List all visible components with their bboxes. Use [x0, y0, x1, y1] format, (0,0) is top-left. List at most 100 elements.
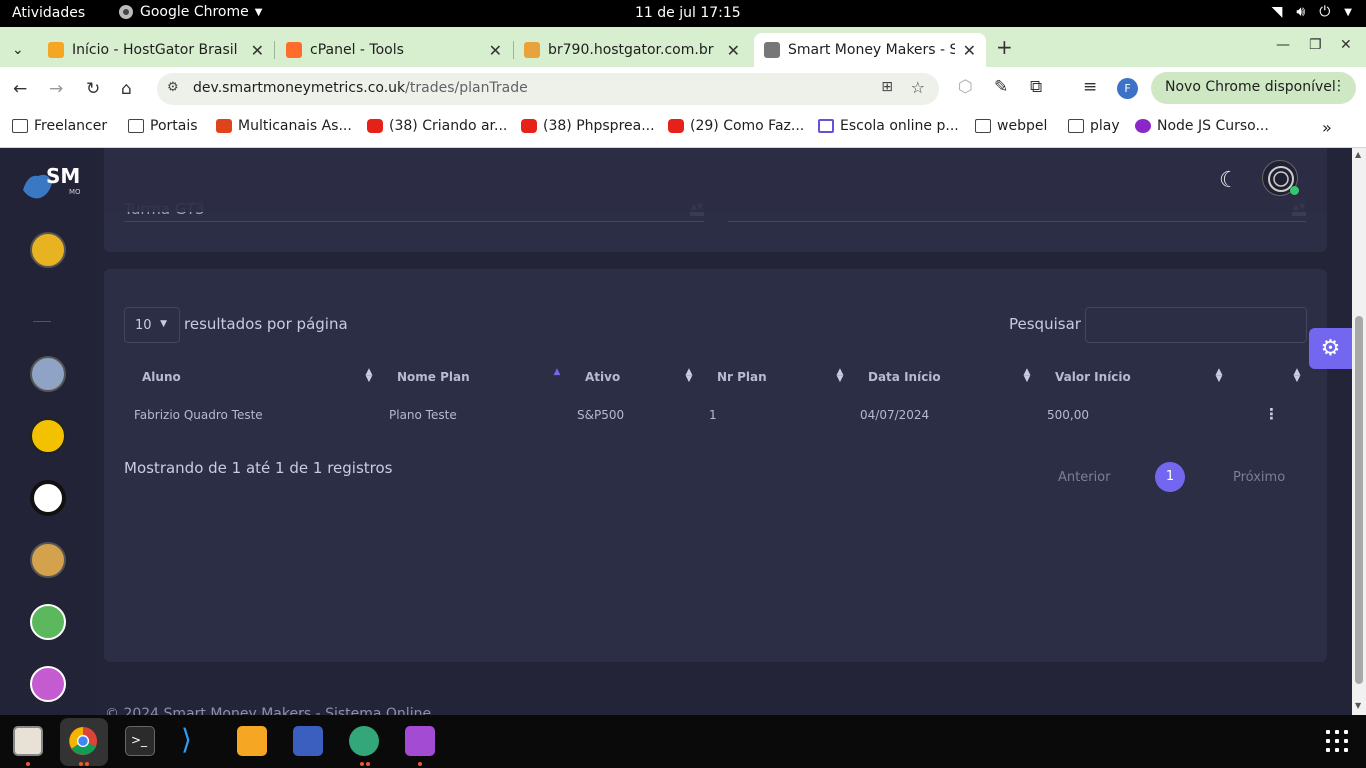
new-tab-button[interactable]: +: [996, 35, 1013, 59]
theme-settings-gear-icon[interactable]: ⚙: [1309, 328, 1352, 369]
cpanel-icon: [286, 42, 302, 58]
column-header-aluno[interactable]: Aluno: [142, 370, 181, 384]
column-header-valor-inicio[interactable]: Valor Início: [1055, 370, 1131, 384]
extensions-puzzle-icon[interactable]: ⧉: [1030, 77, 1042, 97]
sidebar-item-vr[interactable]: [30, 356, 66, 392]
scrollbar-thumb[interactable]: [1355, 316, 1363, 684]
site-info-icon[interactable]: ⚙: [167, 80, 179, 95]
column-header-data-inicio[interactable]: Data Início: [868, 370, 941, 384]
bookmark-star-icon[interactable]: ☆: [911, 78, 925, 97]
vscode-icon[interactable]: ⟩: [181, 726, 211, 756]
update-label: Novo Chrome disponível: [1165, 79, 1336, 95]
minimize-icon[interactable]: —: [1276, 37, 1290, 53]
files-app-icon[interactable]: [13, 726, 43, 756]
home-icon[interactable]: ⌂: [121, 79, 132, 99]
bookmark-item[interactable]: Freelancer: [12, 118, 107, 134]
moon-icon[interactable]: ☾: [1219, 168, 1239, 193]
close-icon[interactable]: ✕: [251, 41, 264, 60]
reload-icon[interactable]: ↻: [86, 79, 100, 99]
bookmark-item[interactable]: Portais: [128, 118, 198, 134]
back-icon[interactable]: ←: [13, 79, 27, 99]
sidebar-item-mentor[interactable]: [30, 542, 66, 578]
chrome-icon[interactable]: [68, 726, 98, 756]
sort-icon[interactable]: ▲ ▼: [364, 368, 374, 384]
sidebar-item-tradingview[interactable]: [30, 480, 66, 516]
more-bookmarks-icon[interactable]: »: [1322, 118, 1332, 137]
extension-icon[interactable]: ⬡: [958, 77, 973, 97]
sort-icon[interactable]: ▲ ▼: [1022, 368, 1032, 384]
tab-smart-money-makers[interactable]: Smart Money Makers - Si ✕: [754, 33, 986, 67]
pagination-next[interactable]: Próximo: [1233, 470, 1285, 485]
close-icon[interactable]: ✕: [727, 41, 740, 60]
tab-hostgator[interactable]: Início - HostGator Brasil ✕: [38, 33, 274, 67]
page-length-value: 10: [135, 318, 152, 333]
sort-icon[interactable]: ▲ ▼: [1214, 368, 1224, 384]
folder-icon: [128, 119, 144, 133]
system-tray[interactable]: ◥ 🔊︎ ⏻ ▼: [1272, 4, 1352, 20]
sidebar-item-menu[interactable]: [30, 418, 66, 454]
bookmark-item[interactable]: Escola online p...: [818, 118, 959, 134]
maximize-icon[interactable]: ❐: [1309, 37, 1322, 53]
activities-button[interactable]: Atividades: [12, 5, 85, 21]
network-app-icon[interactable]: [293, 726, 323, 756]
bookmark-item[interactable]: (38) Phpsprea...: [521, 118, 655, 134]
tab-title: Smart Money Makers - Si: [788, 42, 955, 58]
media-control-icon[interactable]: ≡: [1083, 77, 1097, 97]
terminal-icon[interactable]: >_: [125, 726, 155, 756]
show-apps-grid-icon[interactable]: [1326, 730, 1348, 752]
translate-icon[interactable]: ⊞: [881, 79, 893, 95]
calculator-icon[interactable]: [237, 726, 267, 756]
bookmark-item[interactable]: webpel: [975, 118, 1047, 134]
page-scrollbar[interactable]: ▲ ▼: [1352, 148, 1366, 715]
tab-search-button[interactable]: ⌄: [2, 33, 34, 67]
update-chrome-button[interactable]: Novo Chrome disponível ⋮: [1151, 72, 1356, 104]
tab-strip: ⌄ Início - HostGator Brasil ✕ cPanel - T…: [0, 27, 1366, 67]
kebab-menu-icon[interactable]: ⋮: [1332, 78, 1346, 94]
scroll-down-icon[interactable]: ▼: [1355, 701, 1361, 710]
bookmark-item[interactable]: play: [1068, 118, 1120, 134]
clock[interactable]: 11 de jul 17:15: [635, 5, 741, 21]
sidebar-item-planner[interactable]: [30, 666, 66, 702]
tab-phpmyadmin[interactable]: br790.hostgator.com.br ✕: [514, 33, 750, 67]
column-header-nome-plan[interactable]: Nome Plan: [397, 370, 470, 384]
close-icon[interactable]: ✕: [489, 41, 502, 60]
address-bar[interactable]: ⚙ dev.smartmoneymetrics.co.uk/trades/pla…: [157, 73, 939, 105]
pagination-page-current[interactable]: 1: [1155, 462, 1185, 492]
bookmark-label: (29) Como Faz...: [690, 118, 805, 134]
tab-title: br790.hostgator.com.br: [548, 42, 714, 58]
online-status-dot: [1290, 186, 1299, 195]
row-actions-kebab-icon[interactable]: ⋮: [1264, 405, 1279, 423]
scroll-up-icon[interactable]: ▲: [1355, 150, 1361, 159]
forward-icon[interactable]: →: [49, 79, 63, 99]
bookmark-item[interactable]: Node JS Curso...: [1135, 118, 1269, 134]
bookmark-item[interactable]: (38) Criando ar...: [367, 118, 507, 134]
app-menu[interactable]: Google Chrome ▼: [118, 4, 262, 20]
sidebar-item-dashboard[interactable]: [30, 232, 66, 268]
sort-icon[interactable]: ▲ ▼: [1292, 368, 1302, 384]
sort-icon[interactable]: ▲ ▼: [684, 368, 694, 384]
window-close-icon[interactable]: ✕: [1340, 37, 1352, 53]
page-length-select[interactable]: 10 ▼: [124, 307, 180, 343]
atom-app-icon[interactable]: [349, 726, 379, 756]
column-header-nr-plan[interactable]: Nr Plan: [717, 370, 767, 384]
sidebar-item-calendar[interactable]: [30, 604, 66, 640]
user-avatar[interactable]: [1262, 160, 1299, 196]
bookmark-item[interactable]: (29) Como Faz...: [668, 118, 804, 134]
app-name: Google Chrome: [140, 4, 249, 20]
pagination-previous[interactable]: Anterior: [1058, 470, 1110, 485]
sort-icon[interactable]: ▲ ▼: [835, 368, 845, 384]
cell-aluno: Fabrizio Quadro Teste: [134, 408, 263, 422]
brand-logo[interactable]: SM MO: [20, 162, 80, 206]
video-player-icon[interactable]: [405, 726, 435, 756]
column-header-ativo[interactable]: Ativo: [585, 370, 620, 384]
sort-asc-icon[interactable]: ▲: [552, 368, 562, 377]
search-input[interactable]: [1085, 307, 1307, 343]
tab-cpanel[interactable]: cPanel - Tools ✕: [276, 33, 512, 67]
bookmark-item[interactable]: Multicanais As...: [216, 118, 352, 134]
eyedropper-icon[interactable]: ✎: [994, 77, 1008, 97]
close-icon[interactable]: ✕: [963, 41, 976, 60]
profile-avatar[interactable]: F: [1117, 78, 1138, 99]
bookmark-label: webpel: [997, 118, 1048, 134]
wifi-icon: ◥: [1271, 4, 1283, 20]
running-indicator: [26, 762, 30, 766]
